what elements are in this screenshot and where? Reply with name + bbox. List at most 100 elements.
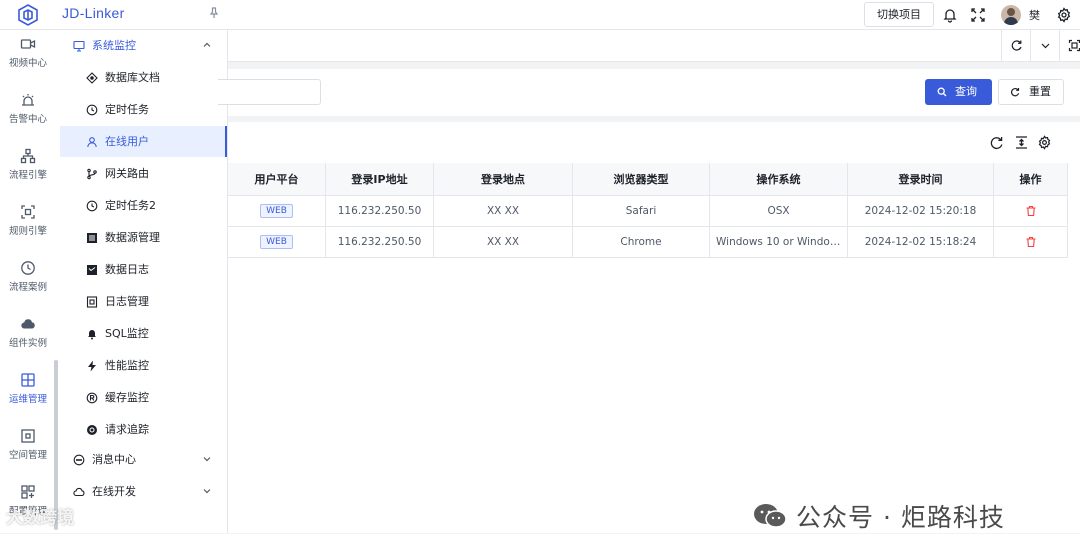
clock-icon: [86, 104, 98, 116]
rail-item-component[interactable]: 组件实例: [0, 310, 56, 360]
submenu-item-performance-monitor[interactable]: 性能监控: [60, 350, 227, 381]
submenu-item-label: 性能监控: [105, 359, 149, 372]
delete-icon[interactable]: [1025, 205, 1037, 217]
table-panel: 用户平台 登录IP地址 登录地点 浏览器类型 操作系统 登录时间 操作 WEB …: [228, 122, 1080, 533]
fullscreen-icon[interactable]: [970, 7, 986, 23]
submenu-group-label: 系统监控: [92, 39, 136, 52]
ip-cell: 116.232.250.50: [326, 196, 434, 226]
pin-icon[interactable]: [209, 7, 219, 22]
submenu-item-label: 网关路由: [105, 167, 149, 180]
branch-icon: [87, 168, 97, 180]
rail-item-alarm[interactable]: 告警中心: [0, 86, 56, 136]
submenu-item-data-log[interactable]: 数据日志: [60, 254, 227, 285]
platform-cell: WEB: [228, 196, 326, 226]
submenu-item-sql-monitor[interactable]: SQL监控: [60, 318, 227, 349]
chevron-down-icon: [203, 489, 211, 494]
location-cell: XX XX: [434, 227, 573, 257]
bolt-icon: [88, 360, 96, 372]
submenu-group-system-monitor[interactable]: 系统监控: [60, 30, 228, 62]
tab-bar: [228, 30, 1080, 62]
reset-label: 重置: [1029, 85, 1051, 98]
submenu-item-cache-monitor[interactable]: 缓存监控: [60, 382, 227, 413]
submenu-panel: 系统监控 数据库文档 定时任务 在线用户 网关路由 定时任务2 数据源管理 数据…: [60, 30, 228, 533]
submenu-item-label: SQL监控: [105, 327, 149, 340]
cloud-icon: [73, 487, 85, 497]
maximize-tab-button[interactable]: [1059, 30, 1080, 62]
column-header-action: 操作: [994, 163, 1068, 195]
rail-label: 流程案例: [8, 282, 47, 293]
square-icon: [21, 429, 35, 443]
settings-icon[interactable]: [1056, 7, 1072, 23]
reset-icon: [1010, 88, 1020, 97]
cloud-icon: [21, 319, 35, 329]
submenu-item-db-doc[interactable]: 数据库文档: [60, 62, 227, 93]
rail-label: 流程引擎: [8, 170, 47, 181]
column-height-icon[interactable]: [1014, 135, 1029, 150]
column-header-ip: 登录IP地址: [326, 163, 434, 195]
rule-icon: [21, 205, 35, 219]
file-icon: [86, 296, 98, 308]
column-header-browser: 浏览器类型: [573, 163, 710, 195]
message-icon: [73, 454, 85, 466]
location-cell: XX XX: [434, 196, 573, 226]
tab-menu-button[interactable]: [1030, 30, 1059, 62]
rail-item-rule-engine[interactable]: 规则引擎: [0, 198, 56, 248]
rail-label: 运维管理: [8, 394, 47, 405]
submenu-group-message-center[interactable]: 消息中心: [60, 444, 228, 476]
submenu-item-datasource[interactable]: 数据源管理: [60, 222, 227, 253]
flow-icon: [20, 148, 36, 164]
grid-icon: [21, 373, 35, 387]
submenu-item-scheduled-task[interactable]: 定时任务: [60, 94, 227, 125]
rail-label: 空间管理: [8, 450, 47, 461]
query-button[interactable]: 查询: [925, 79, 992, 105]
os-cell: Windows 10 or Windows Server 2016: [710, 227, 848, 257]
submenu-item-label: 日志管理: [105, 295, 149, 308]
left-rail: 视频中心 告警中心 流程引擎 规则引擎 流程案例 组件实例 运维管理 空间管理 …: [0, 30, 60, 533]
table-row: WEB 116.232.250.50 XX XX Chrome Windows …: [228, 227, 1068, 258]
submenu-group-label: 在线开发: [92, 485, 136, 498]
rail-item-flow-case[interactable]: 流程案例: [0, 254, 56, 304]
action-cell: [994, 227, 1068, 257]
browser-cell: Chrome: [573, 227, 710, 257]
submenu-group-label: 消息中心: [92, 453, 136, 466]
platform-cell: WEB: [228, 227, 326, 257]
column-header-login-time: 登录时间: [848, 163, 994, 195]
search-input[interactable]: [218, 79, 321, 105]
switch-project-button[interactable]: 切换项目: [864, 2, 934, 27]
table-row: WEB 116.232.250.50 XX XX Safari OSX 2024…: [228, 196, 1068, 227]
submenu-group-online-dev[interactable]: 在线开发: [60, 476, 228, 508]
submenu-item-gateway-route[interactable]: 网关路由: [60, 158, 227, 189]
submenu-item-label: 数据源管理: [105, 231, 160, 244]
settings-icon[interactable]: [1037, 135, 1052, 150]
submenu-item-online-users[interactable]: 在线用户: [60, 126, 227, 157]
rail-item-video[interactable]: 视频中心: [0, 30, 56, 80]
action-cell: [994, 196, 1068, 226]
diamond-icon: [86, 72, 98, 84]
watermark-right-text: 公众号 · 炬路科技: [796, 503, 1005, 532]
clock-icon: [86, 200, 98, 212]
trace-icon: [87, 425, 97, 435]
avatar[interactable]: [1001, 5, 1021, 25]
submenu-item-scheduled-task-2[interactable]: 定时任务2: [60, 190, 227, 221]
ip-cell: 116.232.250.50: [326, 227, 434, 257]
user-name[interactable]: 樊: [1029, 7, 1040, 23]
rail-label: 告警中心: [8, 114, 47, 125]
submenu-item-label: 缓存监控: [105, 391, 149, 404]
reset-button[interactable]: 重置: [998, 79, 1064, 105]
delete-icon[interactable]: [1025, 236, 1037, 248]
refresh-tab-button[interactable]: [1001, 30, 1030, 62]
rail-item-ops[interactable]: 运维管理: [0, 366, 56, 416]
app-title: JD-Linker: [62, 5, 125, 21]
column-header-location: 登录地点: [434, 163, 573, 195]
bell-icon[interactable]: [942, 7, 958, 23]
chevron-down-icon: [203, 457, 211, 462]
registered-icon: [86, 392, 98, 404]
rail-item-flow-engine[interactable]: 流程引擎: [0, 142, 56, 192]
submenu-item-request-trace[interactable]: 请求追踪: [60, 414, 227, 445]
refresh-icon[interactable]: [989, 135, 1004, 150]
refresh-icon: [1011, 40, 1022, 51]
rail-item-space[interactable]: 空间管理: [0, 422, 56, 472]
submenu-item-log-management[interactable]: 日志管理: [60, 286, 227, 317]
user-icon: [87, 137, 97, 148]
monitor-icon: [73, 40, 85, 52]
